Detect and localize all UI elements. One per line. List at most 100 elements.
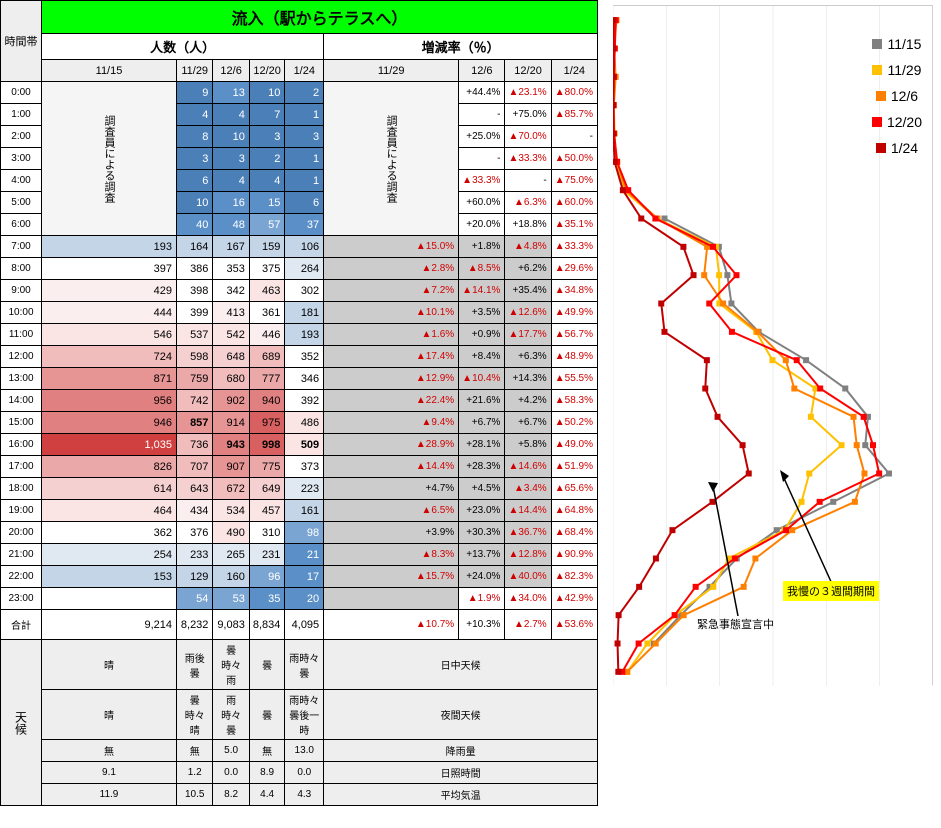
cell: 598 [177, 346, 213, 368]
cell: 37 [285, 214, 324, 236]
table-row: 7:00193164167159106▲15.0%+1.8%▲4.8%▲33.3… [1, 236, 598, 258]
cell: 264 [285, 258, 324, 280]
cell: 871 [42, 368, 177, 390]
weather-cell: 9.1 [42, 762, 177, 784]
weather-cell: 0.0 [285, 762, 324, 784]
weather-row: 11.910.58.24.44.3平均気温 [1, 784, 598, 806]
rate-cell: +4.2% [505, 390, 551, 412]
time-label: 18:00 [1, 478, 42, 500]
rate-cell: ▲12.8% [505, 544, 551, 566]
rate-cell: - [459, 104, 505, 126]
weather-cell: 晴 [42, 690, 177, 740]
cell: 902 [213, 390, 249, 412]
cell: 160 [213, 566, 249, 588]
time-label: 15:00 [1, 412, 42, 434]
cell: 96 [249, 566, 285, 588]
rate-cell: ▲28.9% [324, 434, 459, 456]
count-header: 人数（人） [42, 34, 324, 60]
cell: 537 [177, 324, 213, 346]
weather-body: 天候晴雨後曇曇時々雨曇雨時々曇日中天候晴曇時々晴雨時々曇曇雨時々曇後一時夜間天候… [1, 640, 598, 806]
col-time-header: 時間帯 [1, 1, 42, 82]
cell: 352 [285, 346, 324, 368]
rate-cell: ▲1.6% [324, 324, 459, 346]
time-label: 6:00 [1, 214, 42, 236]
time-label: 22:00 [1, 566, 42, 588]
rate-cell: ▲8.5% [459, 258, 505, 280]
time-label: 13:00 [1, 368, 42, 390]
rate-cell: ▲12.6% [505, 302, 551, 324]
time-label: 19:00 [1, 500, 42, 522]
cell: 907 [213, 456, 249, 478]
rate-cell: ▲65.6% [551, 478, 597, 500]
cell: 3 [213, 148, 249, 170]
legend-label: 1/24 [891, 140, 918, 156]
weather-cell: 無 [249, 740, 285, 762]
rate-cell: ▲50.2% [551, 412, 597, 434]
rate-cell: +18.8% [505, 214, 551, 236]
date-1129: 11/29 [177, 60, 213, 82]
rate-cell: +20.0% [459, 214, 505, 236]
rate-cell: ▲10.4% [459, 368, 505, 390]
cell: 490 [213, 522, 249, 544]
cell: 397 [42, 258, 177, 280]
cell: 914 [213, 412, 249, 434]
weather-cell: 曇時々晴 [177, 690, 213, 740]
time-label: 0:00 [1, 82, 42, 104]
table-row: 13:00871759680777346▲12.9%▲10.4%+14.3%▲5… [1, 368, 598, 390]
rdate-1220: 12/20 [505, 60, 551, 82]
rate-cell: +3.9% [324, 522, 459, 544]
rate-cell: ▲17.4% [324, 346, 459, 368]
table-row: 19:00464434534457161▲6.5%+23.0%▲14.4%▲64… [1, 500, 598, 522]
weather-cell: 曇時々雨 [213, 640, 249, 690]
rate-cell: ▲34.8% [551, 280, 597, 302]
cell: 9 [177, 82, 213, 104]
cell: 3 [249, 126, 285, 148]
weather-cell: 無 [177, 740, 213, 762]
rate-cell: +6.7% [459, 412, 505, 434]
cell: 4 [249, 170, 285, 192]
table-row: 15:00946857914975486▲9.4%+6.7%+6.7%▲50.2… [1, 412, 598, 434]
weather-cell: 5.0 [213, 740, 249, 762]
cell: 223 [285, 478, 324, 500]
table-row: 12:00724598648689352▲17.4%+8.4%+6.3%▲48.… [1, 346, 598, 368]
trate-1206: +10.3% [459, 610, 505, 640]
weather-cell: 雨時々曇 [285, 640, 324, 690]
rate-cell: ▲1.9% [459, 588, 505, 610]
cell: 956 [42, 390, 177, 412]
rate-cell: +8.4% [459, 346, 505, 368]
cell: 946 [42, 412, 177, 434]
cell: 233 [177, 544, 213, 566]
time-label: 3:00 [1, 148, 42, 170]
total-label: 合計 [1, 610, 42, 640]
rate-cell: ▲29.6% [551, 258, 597, 280]
rate-cell: ▲40.0% [505, 566, 551, 588]
total-1206: 9,083 [213, 610, 249, 640]
weather-row-label: 日照時間 [324, 762, 598, 784]
rate-cell: +28.3% [459, 456, 505, 478]
total-0124: 4,095 [285, 610, 324, 640]
rate-cell: +3.5% [459, 302, 505, 324]
weather-row-label: 降雨量 [324, 740, 598, 762]
cell: 10 [213, 126, 249, 148]
rate-cell: +14.3% [505, 368, 551, 390]
cell: 1 [285, 104, 324, 126]
cell: 3 [285, 126, 324, 148]
cell: 15 [249, 192, 285, 214]
cell: 486 [285, 412, 324, 434]
rdate-1129: 11/29 [324, 60, 459, 82]
cell: 1 [285, 170, 324, 192]
time-label: 21:00 [1, 544, 42, 566]
cell: 775 [249, 456, 285, 478]
rate-cell: ▲90.9% [551, 544, 597, 566]
rate-cell: ▲82.3% [551, 566, 597, 588]
rate-header: 増減率（％） [324, 34, 598, 60]
cell: 153 [42, 566, 177, 588]
rate-cell: ▲14.1% [459, 280, 505, 302]
weather-cell: 4.4 [249, 784, 285, 806]
cell: 940 [249, 390, 285, 412]
cell: 17 [285, 566, 324, 588]
annotation-white: 緊急事態宣言中 [693, 614, 778, 634]
cell: 643 [177, 478, 213, 500]
cell: 21 [285, 544, 324, 566]
time-label: 7:00 [1, 236, 42, 258]
